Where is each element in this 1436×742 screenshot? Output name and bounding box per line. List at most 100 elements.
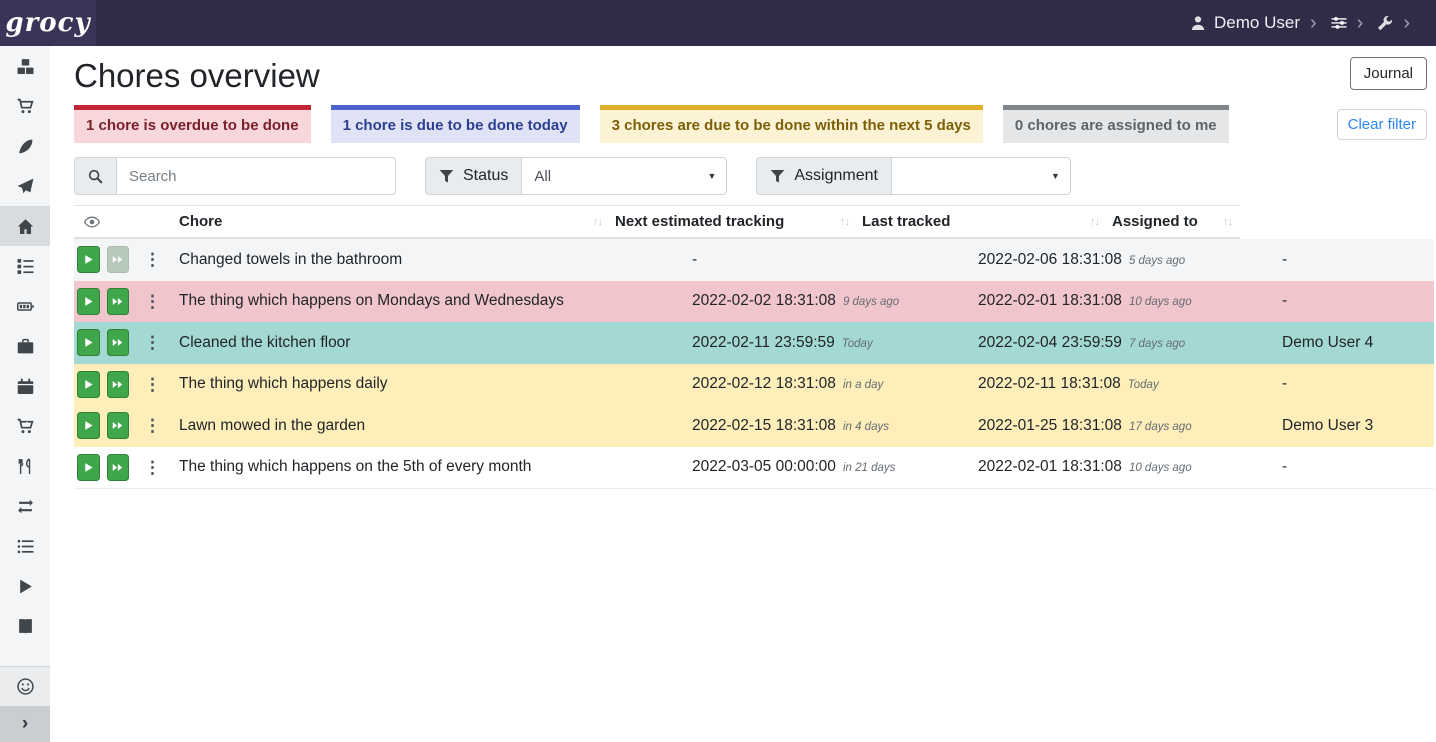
row-menu-button[interactable]: ⋮ <box>139 417 166 434</box>
sidebar-item-shopping-list[interactable] <box>0 86 50 126</box>
timeago-text: 5 days ago <box>1129 255 1185 267</box>
sidebar-item-tasks[interactable] <box>0 246 50 286</box>
row-actions: ⋮ <box>74 371 174 398</box>
table-header: Chore ↑↓ Next estimated tracking ↑↓ Last… <box>74 205 1240 239</box>
settings-menu[interactable]: › <box>1331 13 1364 33</box>
assigned-to-cell: - <box>1277 251 1434 269</box>
sidebar-item-inventory[interactable] <box>0 526 50 566</box>
assignment-filter-prepend: Assignment <box>756 157 891 195</box>
sliders-icon <box>1331 15 1347 31</box>
page-header: Chores overview Journal <box>74 57 1434 95</box>
sidebar-item-userentities[interactable] <box>0 666 50 706</box>
last-tracked-cell: 2022-01-25 18:31:0817 days ago <box>973 417 1277 435</box>
skip-chore-button[interactable] <box>107 288 130 315</box>
chore-name[interactable]: The thing which happens on the 5th of ev… <box>174 458 687 476</box>
track-chore-button[interactable] <box>77 288 100 315</box>
banner-row: 1 chore is overdue to be done 1 chore is … <box>74 105 1434 143</box>
timeago-text: 7 days ago <box>1129 338 1185 350</box>
assignment-select[interactable]: ▼ <box>891 157 1071 195</box>
sidebar-item-chores-overview[interactable] <box>0 206 50 246</box>
sidebar-item-recipes[interactable] <box>0 126 50 166</box>
top-navbar: grocy Demo User › › › <box>0 0 1436 46</box>
sidebar-item-chore-tracking[interactable] <box>0 566 50 606</box>
timeago-text: Today <box>1128 379 1159 391</box>
fast-forward-icon <box>112 337 123 348</box>
sidebar-expand-button[interactable]: › <box>0 706 50 742</box>
sidebar-item-consume[interactable] <box>0 446 50 486</box>
next-tracking-cell: 2022-02-15 18:31:08in 4 days <box>687 417 973 435</box>
status-select[interactable]: All ▼ <box>521 157 727 195</box>
chore-name[interactable]: Changed towels in the bathroom <box>174 251 687 269</box>
sort-icon: ↑↓ <box>1223 216 1232 228</box>
timeago-text: Today <box>842 338 873 350</box>
sidebar-item-purchase[interactable] <box>0 406 50 446</box>
row-menu-button[interactable]: ⋮ <box>139 293 166 310</box>
next-tracking-cell: 2022-03-05 00:00:00in 21 days <box>687 458 973 476</box>
journal-button[interactable]: Journal <box>1350 57 1427 90</box>
chevron-right-icon: › <box>22 713 28 735</box>
row-menu-button[interactable]: ⋮ <box>139 251 166 268</box>
fast-forward-icon <box>112 462 123 473</box>
calendar-icon <box>17 378 34 395</box>
boxes-icon <box>17 58 34 75</box>
list-icon <box>17 538 34 555</box>
sidebar-item-equipment[interactable] <box>0 326 50 366</box>
column-header-last-tracked[interactable]: Last tracked ↑↓ <box>857 206 1107 237</box>
user-menu[interactable]: Demo User › <box>1190 13 1317 33</box>
app-logo[interactable]: grocy <box>0 0 96 46</box>
column-header-next-tracking[interactable]: Next estimated tracking ↑↓ <box>610 206 857 237</box>
fast-forward-icon <box>112 296 123 307</box>
briefcase-icon <box>17 338 34 355</box>
admin-menu[interactable]: › <box>1377 13 1410 33</box>
status-banner[interactable]: 1 chore is overdue to be done <box>74 105 311 143</box>
assigned-to-cell: Demo User 4 <box>1277 334 1434 352</box>
track-chore-button[interactable] <box>77 371 100 398</box>
sidebar-footer: › <box>0 666 50 742</box>
row-menu-button[interactable]: ⋮ <box>139 459 166 476</box>
assigned-to-cell: - <box>1277 375 1434 393</box>
row-menu-button[interactable]: ⋮ <box>139 376 166 393</box>
column-header-visibility[interactable] <box>74 206 174 237</box>
chore-row: ⋮ The thing which happens on Mondays and … <box>74 281 1434 323</box>
clear-filter-button[interactable]: Clear filter <box>1337 109 1427 140</box>
last-tracked-cell: 2022-02-04 23:59:597 days ago <box>973 334 1277 352</box>
status-banner[interactable]: 1 chore is due to be done today <box>331 105 580 143</box>
battery-icon <box>17 298 34 315</box>
sidebar-item-calendar[interactable] <box>0 366 50 406</box>
row-menu-button[interactable]: ⋮ <box>139 334 166 351</box>
column-header-assigned-to[interactable]: Assigned to ↑↓ <box>1107 206 1240 237</box>
sidebar-item-batteries-overview[interactable] <box>0 286 50 326</box>
chore-name[interactable]: The thing which happens daily <box>174 375 687 393</box>
skip-chore-button[interactable] <box>107 246 130 273</box>
status-filter-label: Status <box>463 167 508 185</box>
chore-name[interactable]: Lawn mowed in the garden <box>174 417 687 435</box>
status-banner[interactable]: 3 chores are due to be done within the n… <box>600 105 983 143</box>
status-banner[interactable]: 0 chores are assigned to me <box>1003 105 1229 143</box>
last-tracked-cell: 2022-02-01 18:31:0810 days ago <box>973 292 1277 310</box>
track-chore-button[interactable] <box>77 329 100 356</box>
sidebar-item-transfer[interactable] <box>0 486 50 526</box>
status-filter-prepend: Status <box>425 157 521 195</box>
sidebar-item-stock-overview[interactable] <box>0 46 50 86</box>
next-tracking-cell: 2022-02-02 18:31:089 days ago <box>687 292 973 310</box>
track-chore-button[interactable] <box>77 412 100 439</box>
next-tracking-cell: 2022-02-11 23:59:59Today <box>687 334 973 352</box>
skip-chore-button[interactable] <box>107 412 130 439</box>
sidebar: › <box>0 46 50 742</box>
skip-chore-button[interactable] <box>107 371 130 398</box>
skip-chore-button[interactable] <box>107 329 130 356</box>
column-header-chore[interactable]: Chore ↑↓ <box>174 206 610 237</box>
assignment-filter-label: Assignment <box>794 167 878 185</box>
chore-name[interactable]: Cleaned the kitchen floor <box>174 334 687 352</box>
cart-plus-icon <box>17 418 34 435</box>
track-chore-button[interactable] <box>77 246 100 273</box>
sidebar-item-battery-tracking[interactable] <box>0 606 50 646</box>
chore-name[interactable]: The thing which happens on Mondays and W… <box>174 292 687 310</box>
sidebar-item-meal-plan[interactable] <box>0 166 50 206</box>
play-icon <box>83 337 94 348</box>
search-input[interactable] <box>116 157 396 195</box>
chore-row: ⋮Changed towels in the bathroom-2022-02-… <box>74 239 1434 281</box>
skip-chore-button[interactable] <box>107 454 130 481</box>
track-chore-button[interactable] <box>77 454 100 481</box>
status-filter-group: Status All ▼ <box>425 157 727 195</box>
